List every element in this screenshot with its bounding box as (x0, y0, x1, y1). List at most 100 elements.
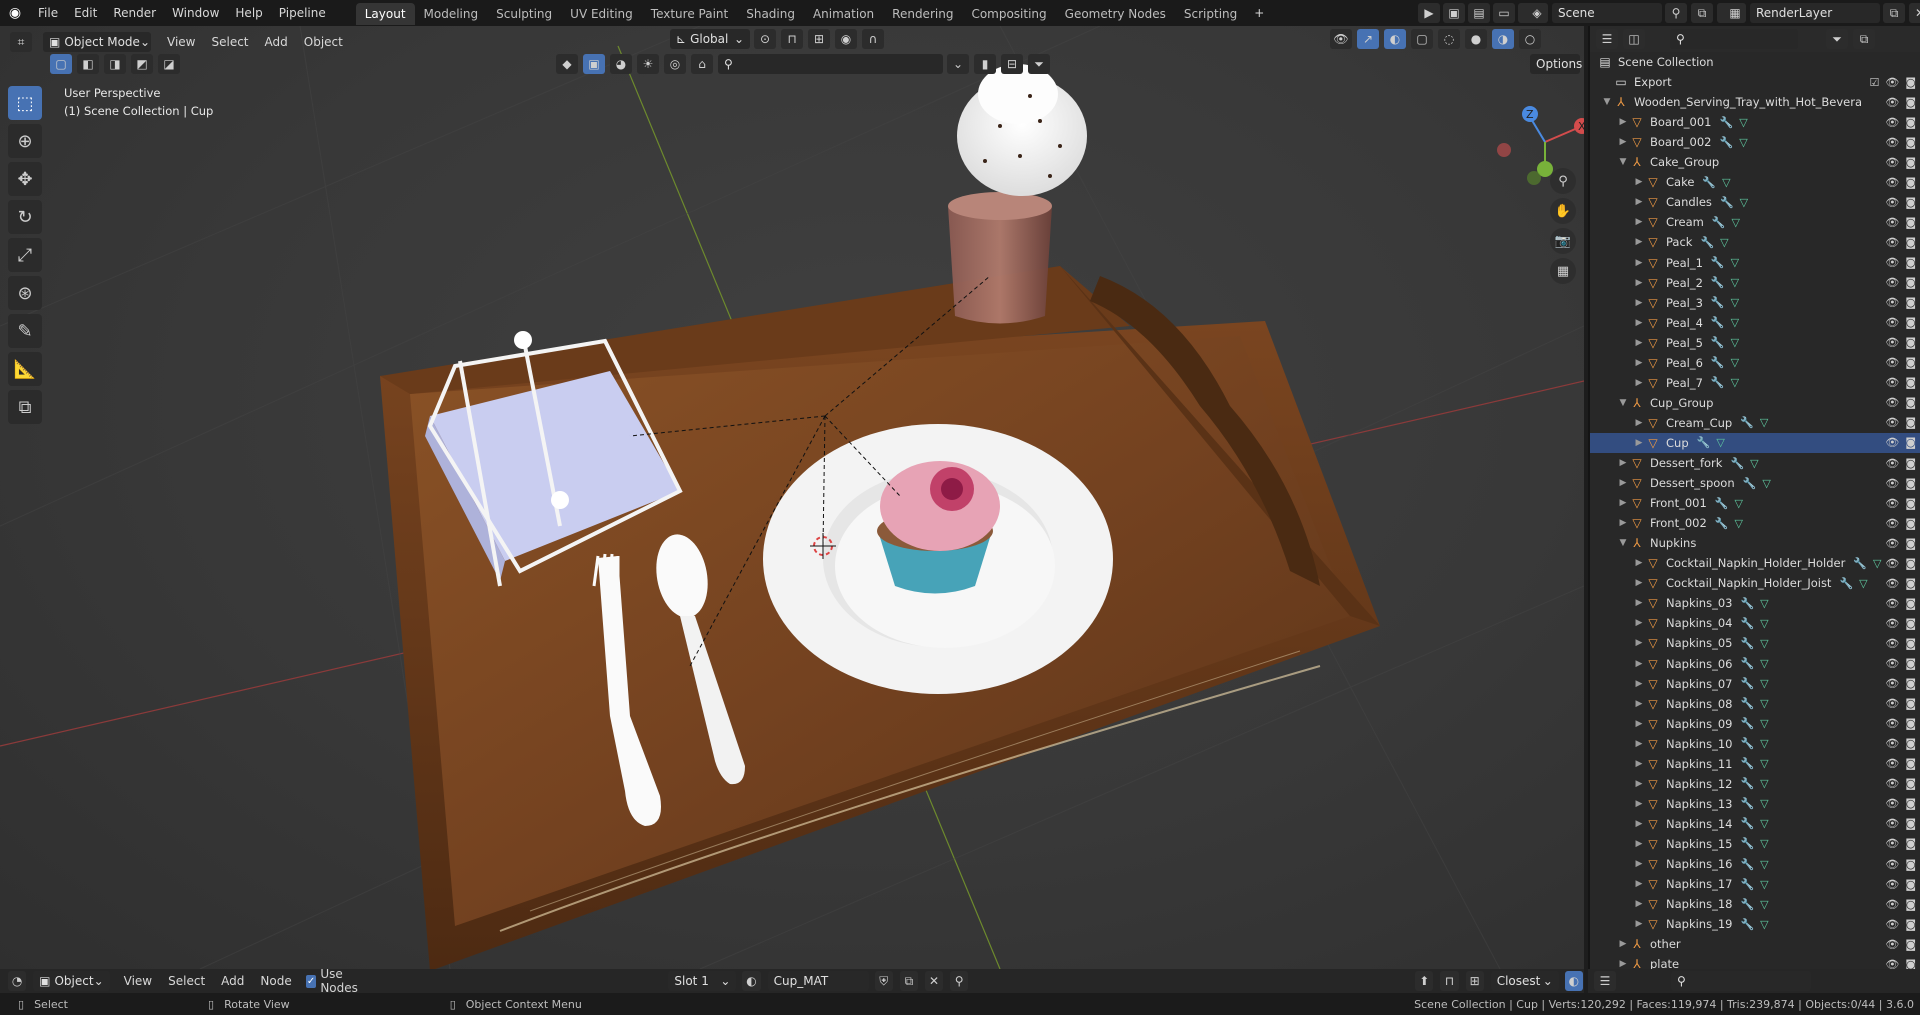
new-scene-icon[interactable]: ⧉ (1691, 3, 1713, 23)
outliner-row[interactable]: ▶ ▽ Napkins_14 🔧▽ 👁 ◙ (1590, 814, 1920, 834)
tab-shading[interactable]: Shading (737, 3, 804, 25)
modifier-icon[interactable]: 🔧▽ (1740, 777, 1774, 790)
eye-icon[interactable]: 👁 (1885, 757, 1899, 770)
filter-mesh-icon[interactable]: ▣ (583, 54, 605, 74)
eye-icon[interactable]: 👁 (1885, 617, 1899, 630)
render-camera-icon[interactable]: ◙ (1905, 176, 1916, 189)
render-camera-icon[interactable]: ◙ (1905, 858, 1916, 871)
modifier-icon[interactable]: 🔧▽ (1715, 497, 1749, 510)
expand-arrow-icon[interactable]: ▶ (1632, 899, 1646, 909)
eye-icon[interactable]: 👁 (1885, 176, 1899, 189)
modifier-icon[interactable]: 🔧▽ (1740, 898, 1774, 911)
use-nodes-checkbox[interactable]: ✓ Use Nodes (305, 967, 373, 995)
exclude-checkbox-icon[interactable]: ☑ (1869, 76, 1879, 89)
collapse-arrow-icon[interactable]: ▼ (1616, 398, 1630, 408)
blender-logo-icon[interactable]: ◉ (0, 5, 30, 21)
material-sphere-icon[interactable]: ◐ (742, 971, 761, 991)
expand-arrow-icon[interactable]: ▶ (1632, 318, 1646, 328)
render-camera-icon[interactable]: ◙ (1905, 918, 1916, 931)
gizmo-toggle-icon[interactable]: ↗ (1357, 29, 1379, 49)
filter-all-icon[interactable]: ◆ (556, 54, 578, 74)
transform-tool-icon[interactable]: ⊛ (8, 276, 42, 310)
material-name-field[interactable]: Cup_MAT (767, 971, 869, 991)
modifier-icon[interactable]: 🔧▽ (1740, 697, 1774, 710)
rendered-shading-icon[interactable]: ○ (1519, 29, 1541, 49)
expand-arrow-icon[interactable]: ▶ (1632, 237, 1646, 247)
node-menu-node[interactable]: Node (252, 968, 299, 994)
expand-arrow-icon[interactable]: ▶ (1632, 679, 1646, 689)
expand-arrow-icon[interactable]: ▶ (1632, 177, 1646, 187)
outliner-row[interactable]: ▶ ▽ Pack 🔧▽ 👁 ◙ (1590, 232, 1920, 252)
render-camera-icon[interactable]: ◙ (1905, 477, 1916, 490)
eye-icon[interactable]: 👁 (1885, 477, 1899, 490)
view-layer-selector[interactable]: RenderLayer (1750, 3, 1880, 23)
eye-icon[interactable]: 👁 (1885, 216, 1899, 229)
expand-arrow-icon[interactable]: ▶ (1632, 618, 1646, 628)
outliner-row[interactable]: ▶ ▽ Dessert_spoon 🔧▽ 👁 ◙ (1590, 473, 1920, 493)
collapse-arrow-icon[interactable]: ▼ (1616, 538, 1630, 548)
eye-icon[interactable]: 👁 (1885, 837, 1899, 850)
render-camera-icon[interactable]: ◙ (1905, 96, 1916, 109)
cursor-tool-icon[interactable]: ⊕ (8, 124, 42, 158)
snap-icon[interactable]: ⊓ (1440, 971, 1459, 991)
menu-window[interactable]: Window (164, 0, 227, 26)
select-intersect-icon[interactable]: ◪ (158, 54, 180, 74)
outliner-row[interactable]: ▶ ▽ Napkins_11 🔧▽ 👁 ◙ (1590, 754, 1920, 774)
node-menu-view[interactable]: View (116, 968, 160, 994)
expand-arrow-icon[interactable]: ▶ (1632, 859, 1646, 869)
outliner-row[interactable]: ▶ ▽ Napkins_19 🔧▽ 👁 ◙ (1590, 914, 1920, 934)
viewport-menu-view[interactable]: View (159, 29, 203, 55)
render-camera-icon[interactable]: ◙ (1905, 236, 1916, 249)
outliner-row[interactable]: ▶ ▽ Napkins_10 🔧▽ 👁 ◙ (1590, 734, 1920, 754)
modifier-icon[interactable]: 🔧▽ (1740, 757, 1774, 770)
modifier-icon[interactable]: 🔧▽ (1711, 316, 1745, 329)
filter-icon[interactable]: ⏷ (1028, 54, 1050, 74)
eye-icon[interactable]: 👁 (1885, 938, 1899, 951)
eye-icon[interactable]: 👁 (1885, 276, 1899, 289)
render-camera-icon[interactable]: ◙ (1905, 938, 1916, 951)
editor-type-icon[interactable]: ⌗ (10, 32, 32, 52)
expand-arrow-icon[interactable]: ▶ (1616, 117, 1630, 127)
expand-arrow-icon[interactable]: ▶ (1632, 418, 1646, 428)
expand-arrow-icon[interactable]: ▶ (1632, 779, 1646, 789)
snap-target-icon[interactable]: ⊞ (808, 29, 830, 49)
render-camera-icon[interactable]: ◙ (1905, 777, 1916, 790)
select-box-tool-icon[interactable]: ⬚ (8, 86, 42, 120)
render-camera-icon[interactable]: ◙ (1905, 436, 1916, 449)
eye-icon[interactable]: 👁 (1885, 817, 1899, 830)
overlay-icon[interactable]: ◐ (1564, 971, 1583, 991)
outliner-row[interactable]: ▶ ▽ Napkins_03 🔧▽ 👁 ◙ (1590, 593, 1920, 613)
select-extend-icon[interactable]: ◧ (77, 54, 99, 74)
select-subtract-icon[interactable]: ◨ (104, 54, 126, 74)
render-camera-icon[interactable]: ◙ (1905, 336, 1916, 349)
eye-icon[interactable]: 👁 (1885, 416, 1899, 429)
eye-icon[interactable]: 👁 (1885, 156, 1899, 169)
folder-icon[interactable]: ▭ (1493, 3, 1515, 23)
expand-arrow-icon[interactable]: ▶ (1632, 197, 1646, 207)
render-camera-icon[interactable]: ◙ (1905, 457, 1916, 470)
tab-modeling[interactable]: Modeling (415, 3, 488, 25)
eye-icon[interactable]: 👁 (1885, 356, 1899, 369)
expand-arrow-icon[interactable]: ▶ (1616, 478, 1630, 488)
expand-arrow-icon[interactable]: ▶ (1632, 578, 1646, 588)
modifier-icon[interactable]: 🔧▽ (1740, 858, 1774, 871)
parent-node-icon[interactable]: ⬆ (1415, 971, 1434, 991)
tab-scripting[interactable]: Scripting (1175, 3, 1246, 25)
render-view-icon[interactable]: ▤ (1468, 3, 1490, 23)
eye-icon[interactable]: 👁 (1885, 717, 1899, 730)
object-type-selector[interactable]: ▣ Object ⌄ (33, 971, 110, 991)
outliner-row[interactable]: ▶ ▽ Cream_Cup 🔧▽ 👁 ◙ (1590, 413, 1920, 433)
expand-arrow-icon[interactable]: ▶ (1632, 378, 1646, 388)
material-slot-selector[interactable]: Slot 1 ⌄ (668, 971, 737, 991)
node-menu-add[interactable]: Add (213, 968, 252, 994)
modifier-icon[interactable]: 🔧▽ (1702, 176, 1736, 189)
modifier-icon[interactable]: 🔧▽ (1711, 336, 1745, 349)
asset-search-input[interactable]: ⚲ (718, 54, 943, 74)
modifier-icon[interactable]: 🔧▽ (1740, 797, 1774, 810)
expand-arrow-icon[interactable]: ▶ (1632, 438, 1646, 448)
collapse-arrow-icon[interactable]: ▼ (1616, 157, 1630, 167)
menu-render[interactable]: Render (105, 0, 164, 26)
modifier-icon[interactable]: 🔧▽ (1740, 717, 1774, 730)
modifier-icon[interactable]: 🔧▽ (1720, 196, 1754, 209)
expand-arrow-icon[interactable]: ▶ (1616, 518, 1630, 528)
